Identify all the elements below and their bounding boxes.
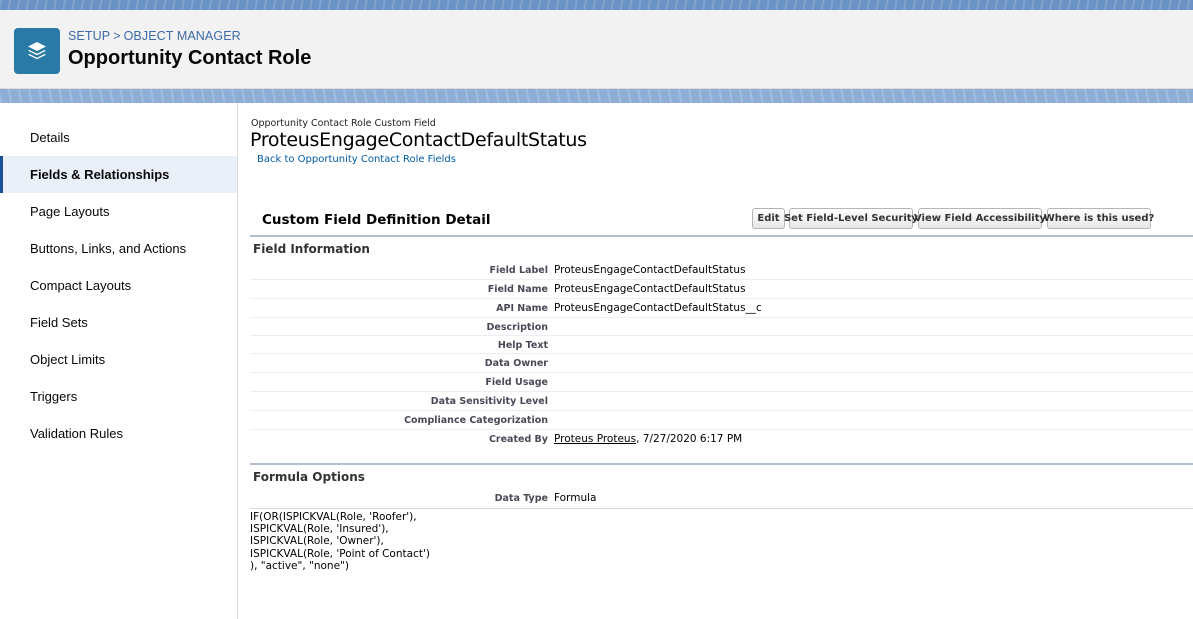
field-label: Data Type (494, 493, 548, 504)
field-value: Formula (554, 492, 597, 504)
page-title: Opportunity Contact Role (68, 47, 312, 69)
sidebar-item-field-sets[interactable]: Field Sets (0, 304, 237, 341)
sidebar-item-details[interactable]: Details (0, 119, 237, 156)
sidebar-item-object-limits[interactable]: Object Limits (0, 341, 237, 378)
sidebar-item-triggers[interactable]: Triggers (0, 378, 237, 415)
field-label: Data Owner (484, 358, 548, 369)
created-by-user-link[interactable]: Proteus Proteus (554, 433, 636, 445)
field-label: Compliance Categorization (404, 415, 548, 426)
formula-options-heading: Formula Options (253, 470, 365, 484)
detail-header: Custom Field Definition Detail Edit Set … (250, 207, 1193, 237)
field-value: ProteusEngageContactDefaultStatus (554, 283, 746, 295)
field-row-api-name: API Name ProteusEngageContactDefaultStat… (250, 299, 1193, 318)
field-label: Help Text (497, 340, 548, 351)
field-value: Proteus Proteus, 7/27/2020 6:17 PM (554, 433, 742, 445)
record-type-label: Opportunity Contact Role Custom Field (251, 118, 436, 129)
set-field-level-security-button[interactable]: Set Field-Level Security (784, 208, 918, 229)
breadcrumb: SETUP > OBJECT MANAGER (68, 29, 241, 43)
breadcrumb-setup-link[interactable]: SETUP (68, 29, 110, 43)
section-divider (250, 463, 1193, 465)
where-is-this-used-button[interactable]: Where is this used? (1044, 208, 1154, 229)
field-row-field-name: Field Name ProteusEngageContactDefaultSt… (250, 280, 1193, 299)
field-row-data-type: Data Type Formula (250, 489, 1193, 509)
field-label: Field Name (487, 284, 548, 295)
back-to-fields-link[interactable]: Back to Opportunity Contact Role Fields (257, 154, 456, 165)
global-header-strip (0, 0, 1193, 10)
header-pattern-strip (0, 89, 1193, 103)
sidebar-nav: Details Fields & Relationships Page Layo… (0, 103, 238, 619)
sidebar-item-compact-layouts[interactable]: Compact Layouts (0, 267, 237, 304)
field-value: ProteusEngageContactDefaultStatus (554, 264, 746, 276)
field-row-help-text: Help Text (250, 336, 1193, 354)
field-row-data-sensitivity: Data Sensitivity Level (250, 392, 1193, 411)
field-row-description: Description (250, 318, 1193, 336)
field-row-field-label: Field Label ProteusEngageContactDefaultS… (250, 261, 1193, 280)
detail-title: Custom Field Definition Detail (262, 212, 491, 228)
field-value: ProteusEngageContactDefaultStatus__c (554, 302, 762, 314)
page-header: SETUP > OBJECT MANAGER Opportunity Contact… (0, 10, 1193, 89)
main-content: Opportunity Contact Role Custom Field Pr… (238, 103, 1193, 619)
breadcrumb-separator: > (113, 29, 121, 43)
sidebar-item-page-layouts[interactable]: Page Layouts (0, 193, 237, 230)
layers-icon (14, 28, 60, 74)
sidebar-item-fields-relationships[interactable]: Fields & Relationships (0, 156, 237, 193)
field-label: Field Label (489, 265, 548, 276)
field-information-heading: Field Information (253, 242, 370, 256)
sidebar-item-validation-rules[interactable]: Validation Rules (0, 415, 237, 452)
field-label: Description (486, 322, 548, 333)
field-label: Data Sensitivity Level (430, 396, 548, 407)
field-row-compliance: Compliance Categorization (250, 411, 1193, 430)
formula-text: IF(OR(ISPICKVAL(Role, 'Roofer'), ISPICKV… (250, 511, 430, 572)
created-date: , 7/27/2020 6:17 PM (636, 433, 743, 445)
field-label: Created By (488, 434, 548, 445)
record-title: ProteusEngageContactDefaultStatus (250, 129, 587, 151)
sidebar-item-buttons-links-actions[interactable]: Buttons, Links, and Actions (0, 230, 237, 267)
field-row-data-owner: Data Owner (250, 354, 1193, 373)
field-row-field-usage: Field Usage (250, 373, 1193, 392)
view-field-accessibility-button[interactable]: View Field Accessibility (914, 208, 1046, 229)
field-row-created-by: Created By Proteus Proteus, 7/27/2020 6:… (250, 430, 1193, 450)
field-label: API Name (496, 303, 548, 314)
breadcrumb-object-manager-link[interactable]: OBJECT MANAGER (124, 29, 241, 43)
section-divider (250, 235, 1193, 237)
field-label: Field Usage (485, 377, 548, 388)
edit-button[interactable]: Edit (752, 208, 785, 229)
